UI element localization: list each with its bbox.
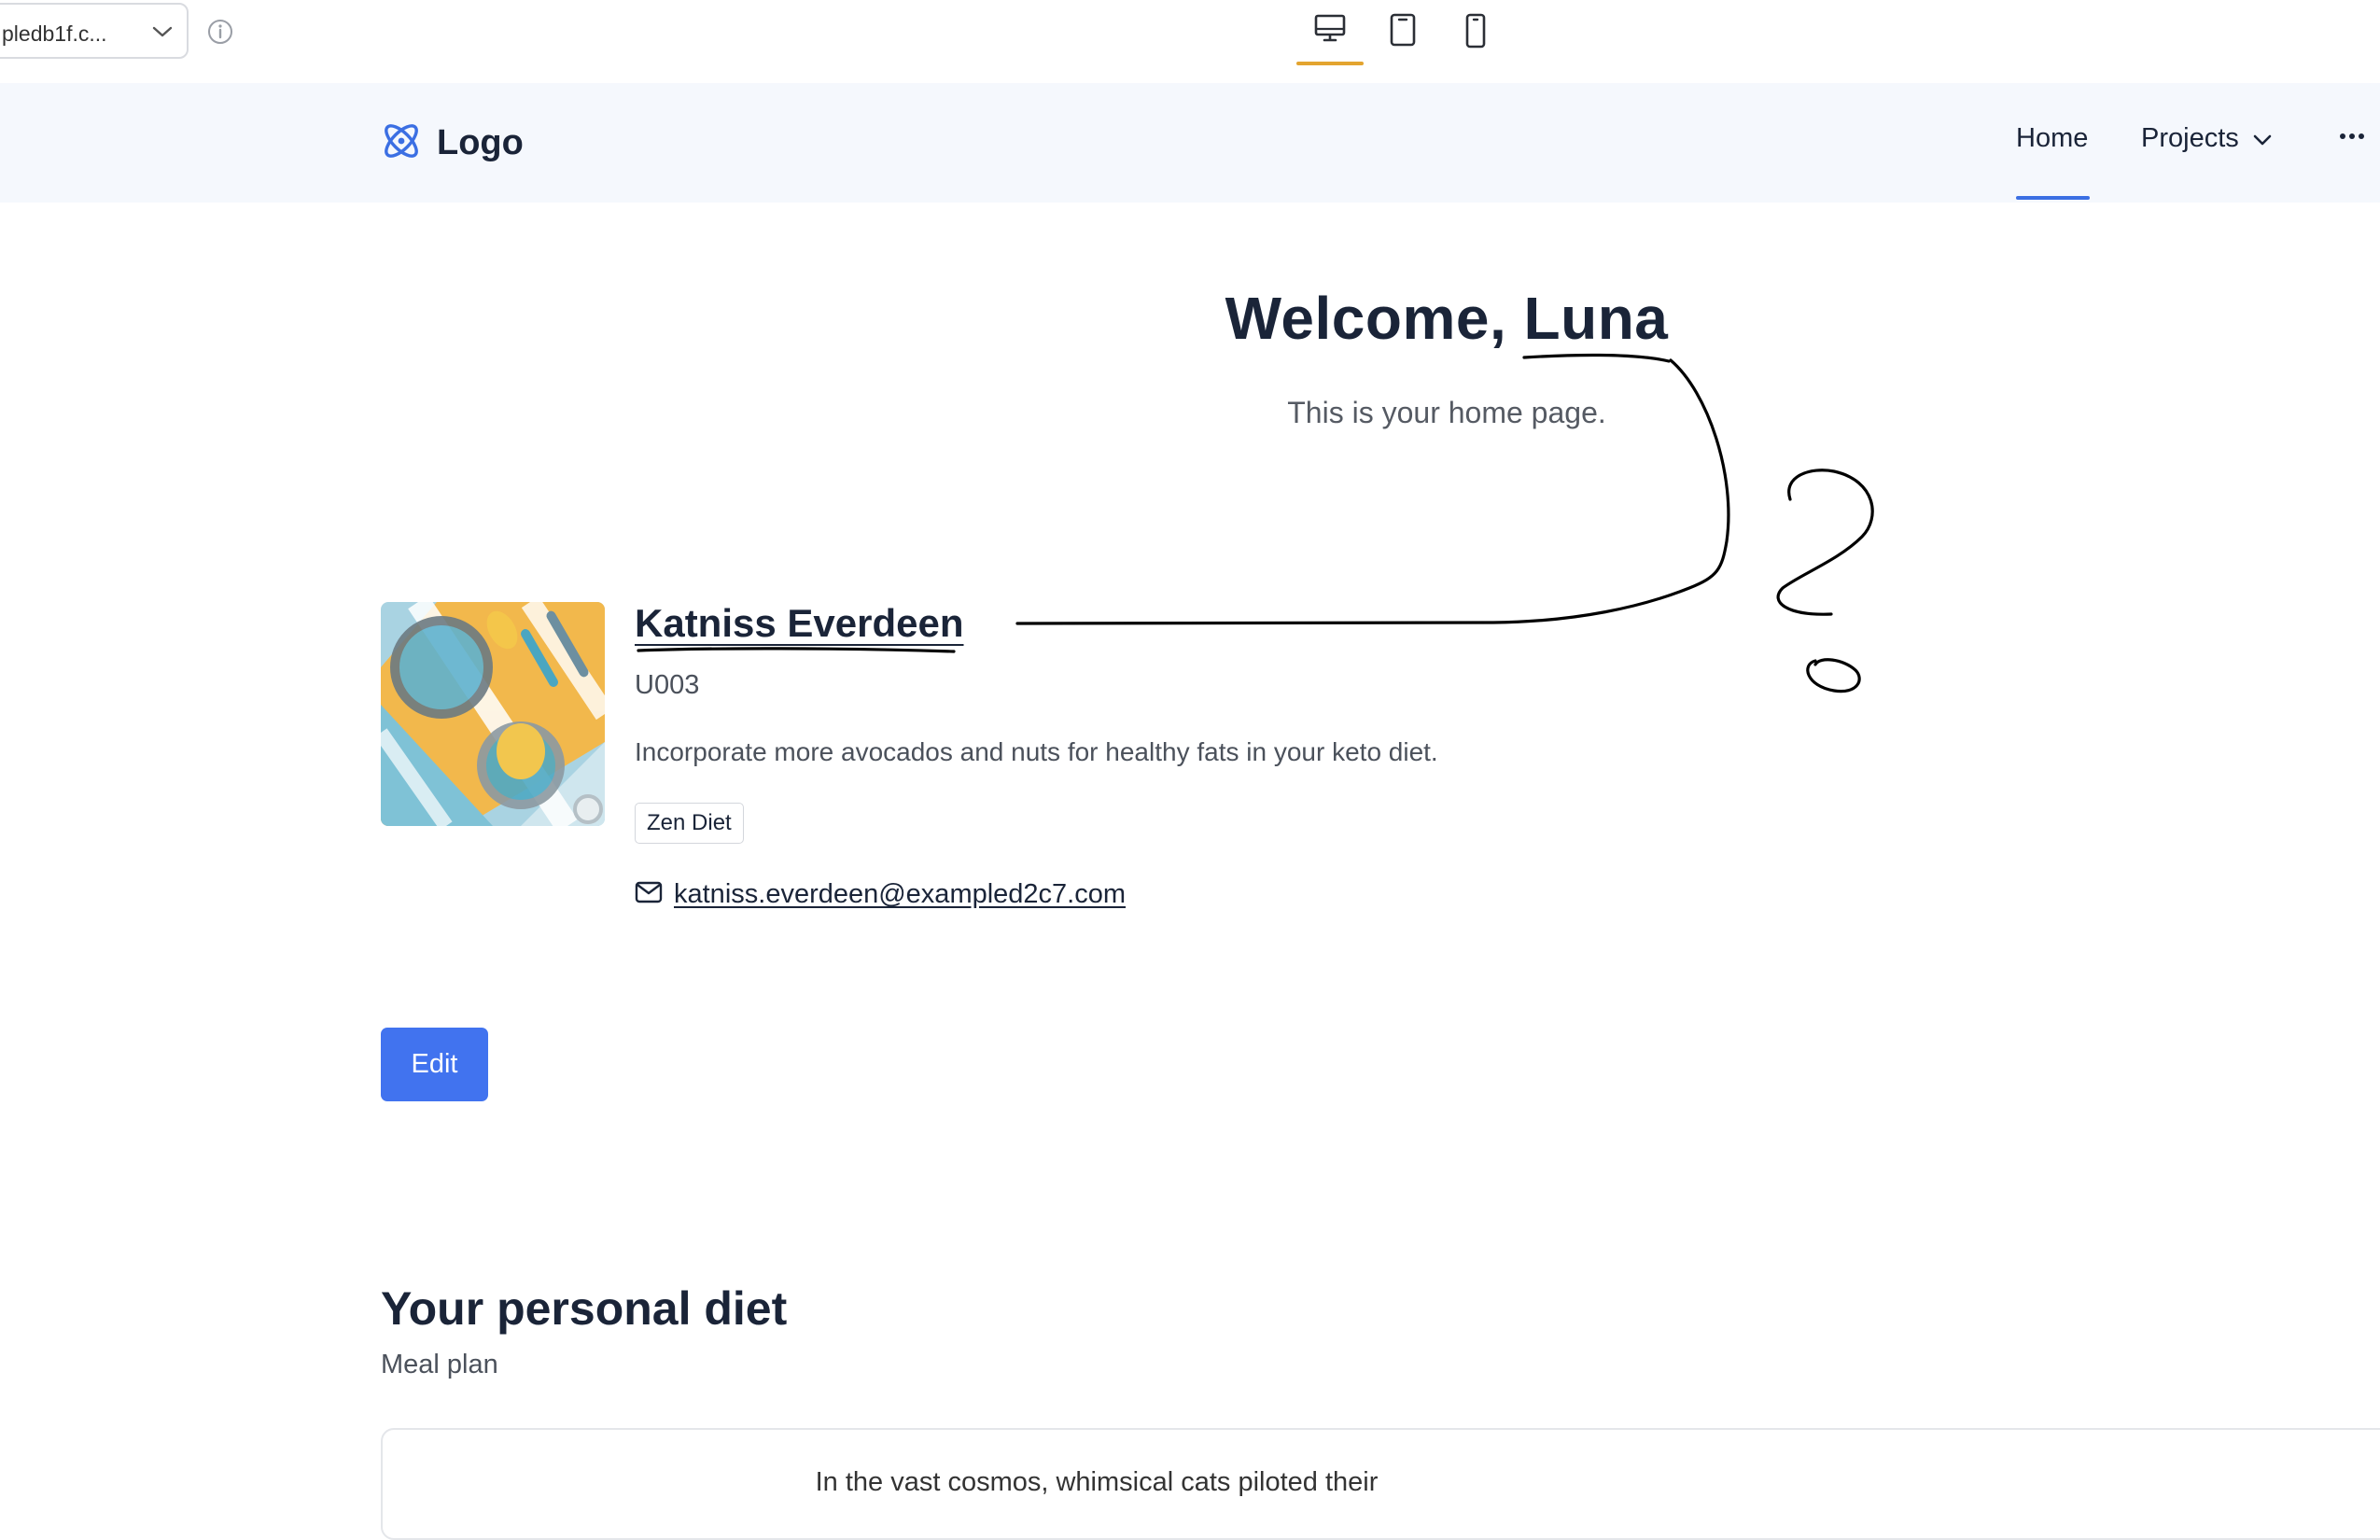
more-horizontal-icon[interactable] (2338, 130, 2366, 147)
page-title: Welcome, Luna (1225, 285, 1669, 352)
profile-description: Incorporate more avocados and nuts for h… (635, 737, 1438, 766)
logo[interactable]: Logo (379, 119, 524, 168)
info-icon[interactable] (207, 19, 233, 49)
diet-section-subtitle: Meal plan (381, 1350, 498, 1379)
meal-plan-text: In the vast cosmos, whimsical cats pilot… (815, 1467, 1379, 1497)
diet-section-title: Your personal diet (381, 1282, 788, 1335)
logo-text: Logo (437, 123, 524, 162)
tablet-icon (1389, 13, 1417, 63)
nav-item-projects[interactable]: Projects (2141, 123, 2273, 154)
url-select-value: pledb1f.c... (2, 21, 107, 46)
nav-item-home[interactable]: Home (2016, 123, 2088, 154)
profile-image (381, 602, 605, 826)
mobile-icon (1464, 13, 1487, 63)
nav-item-projects-label: Projects (2141, 123, 2239, 153)
profile-id: U003 (635, 670, 700, 700)
chevron-down-icon (151, 24, 174, 44)
meal-plan-card: In the vast cosmos, whimsical cats pilot… (381, 1428, 2380, 1540)
nav-active-indicator (2016, 196, 2090, 200)
desktop-icon (1313, 13, 1347, 63)
mail-icon (635, 881, 663, 908)
profile-name-link[interactable]: Katniss Everdeen (635, 601, 964, 646)
edit-button[interactable]: Edit (381, 1028, 488, 1101)
device-tablet-button[interactable] (1369, 13, 1436, 63)
email-row: katniss.everdeen@exampled2c7.com (635, 879, 1126, 910)
device-desktop-button[interactable] (1296, 13, 1364, 65)
site-navbar: Logo Home Projects (0, 83, 2380, 203)
preview-toolbar: pledb1f.c... (0, 0, 2380, 84)
chevron-down-icon (2252, 123, 2273, 154)
email-link[interactable]: katniss.everdeen@exampled2c7.com (674, 879, 1126, 910)
atom-logo-icon (379, 119, 424, 168)
page-subtitle: This is your home page. (1287, 396, 1606, 429)
device-mobile-button[interactable] (1442, 13, 1509, 63)
url-select[interactable]: pledb1f.c... (0, 3, 189, 59)
diet-tag: Zen Diet (635, 803, 744, 844)
